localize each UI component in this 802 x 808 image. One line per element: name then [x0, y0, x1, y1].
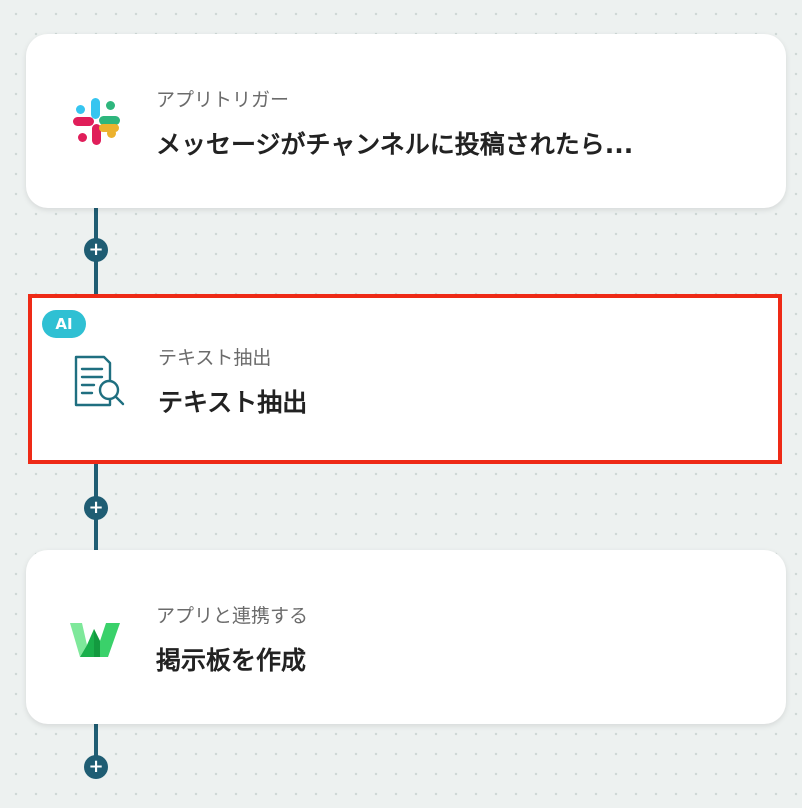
- flow-step-card-create-board[interactable]: アプリと連携する 掲示板を作成: [26, 550, 786, 724]
- add-step-button[interactable]: +: [84, 496, 108, 520]
- flow-step-card-trigger[interactable]: アプリトリガー メッセージがチャンネルに投稿されたら...: [26, 34, 786, 208]
- step-type-label: アプリと連携する: [156, 605, 309, 627]
- step-title: 掲示板を作成: [156, 646, 307, 675]
- step-type-label: アプリトリガー: [156, 89, 290, 111]
- add-step-button[interactable]: +: [84, 238, 108, 262]
- document-search-icon: [72, 353, 125, 407]
- w-logo-icon: [70, 611, 122, 663]
- step-type-label: テキスト抽出: [158, 347, 272, 369]
- slack-icon: [70, 95, 122, 147]
- flow-step-card-text-extraction[interactable]: AI テキスト抽出 テキスト抽出: [28, 294, 782, 464]
- add-step-button[interactable]: +: [84, 755, 108, 779]
- step-title: テキスト抽出: [158, 388, 308, 417]
- step-title: メッセージがチャンネルに投稿されたら...: [156, 130, 634, 159]
- ai-badge: AI: [42, 310, 86, 338]
